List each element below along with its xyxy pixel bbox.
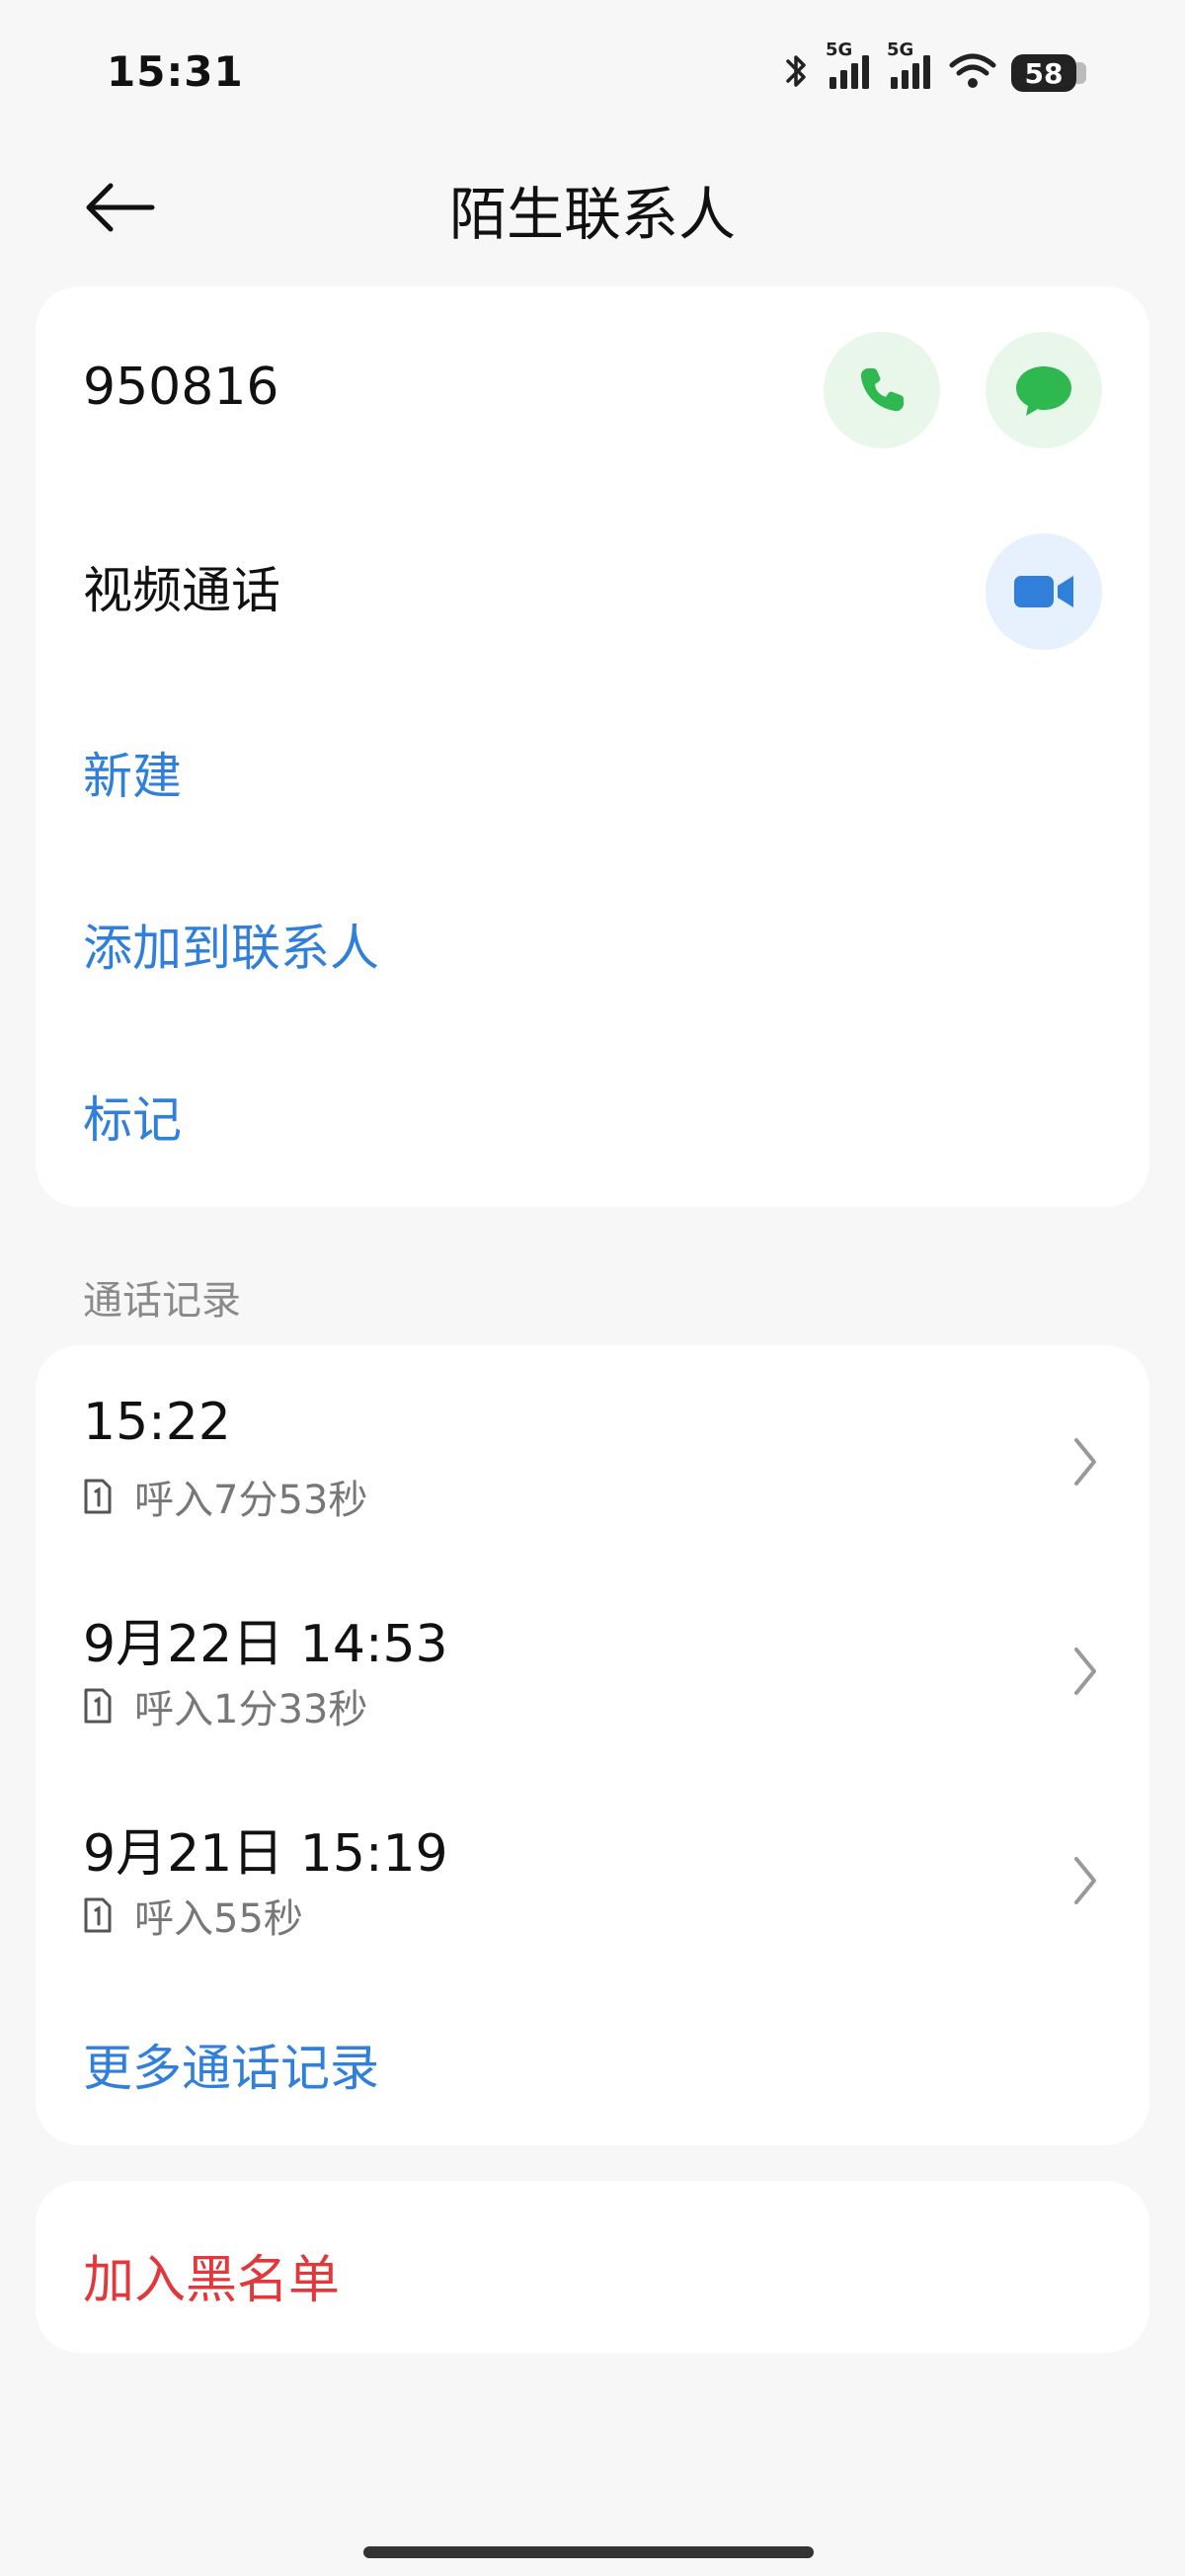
battery-icon: 58 [1011,54,1086,92]
message-button[interactable] [986,332,1102,448]
status-bar: 15:31 5G 5G 58 [0,0,1185,148]
chat-bubble-icon [1016,366,1071,416]
chevron-right-icon [1074,1648,1096,1695]
phone-number: 950816 [83,358,279,417]
wifi-icon [948,51,997,95]
call-detail-row: 呼入7分53秒 [83,1468,367,1525]
video-call-button[interactable] [986,533,1102,650]
more-call-log-link[interactable]: 更多通话记录 [83,2029,379,2100]
contact-card: 950816 视频通话 新建 添加到联系人 标记 [36,286,1149,1207]
add-to-blacklist-button[interactable]: 加入黑名单 [83,2238,340,2312]
network-type-label: 5G [826,40,853,60]
cell-signal-icon: 5G [887,40,934,95]
call-log-card: 15:22 呼入7分53秒 9月22日 14:53 呼入1分33秒 9月21日 … [36,1345,1149,2145]
status-time: 15:31 [107,47,244,96]
new-contact-link[interactable]: 新建 [83,737,182,808]
chevron-right-icon [1074,1857,1096,1904]
sim-card-1-icon [84,1479,112,1514]
mark-row[interactable]: 标记 [36,1025,1149,1199]
call-log-item[interactable]: 9月22日 14:53 呼入1分33秒 [36,1602,1149,1760]
phone-icon [860,368,904,412]
call-time: 15:22 [83,1393,231,1452]
block-card: 加入黑名单 [36,2181,1149,2353]
add-to-contacts-link[interactable]: 添加到联系人 [83,909,379,980]
new-contact-row[interactable]: 新建 [36,682,1149,851]
battery-level: 58 [1024,56,1064,90]
cell-signal-icon: 5G [826,40,873,95]
call-detail: 呼入55秒 [134,1896,303,1942]
call-time: 9月22日 14:53 [83,1615,448,1674]
video-call-row[interactable]: 视频通话 [36,494,1149,682]
call-log-item[interactable]: 15:22 呼入7分53秒 [36,1393,1149,1551]
sim-card-1-icon [84,1897,112,1933]
call-detail: 呼入7分53秒 [134,1478,368,1523]
call-detail-row: 呼入1分33秒 [83,1677,367,1734]
call-log-item[interactable]: 9月21日 15:19 呼入55秒 [36,1811,1149,1970]
bluetooth-icon [782,51,812,95]
page-title: 陌生联系人 [448,181,736,248]
video-call-label: 视频通话 [83,562,280,619]
header: 陌生联系人 [0,158,1185,257]
call-detail: 呼入1分33秒 [134,1687,368,1732]
mark-link[interactable]: 标记 [83,1081,182,1152]
add-to-contacts-row[interactable]: 添加到联系人 [36,851,1149,1025]
chevron-right-icon [1074,1438,1096,1486]
call-log-heading: 通话记录 [83,1278,241,1324]
video-camera-icon [1014,576,1073,607]
network-type-label: 5G [887,40,914,60]
number-row: 950816 [36,286,1149,494]
call-button[interactable] [824,332,940,448]
call-time: 9月21日 15:19 [83,1824,448,1884]
call-detail-row: 呼入55秒 [83,1887,303,1944]
status-icons: 5G 5G 58 [782,40,1086,95]
sim-card-1-icon [84,1688,112,1724]
home-indicator[interactable] [363,2546,814,2558]
